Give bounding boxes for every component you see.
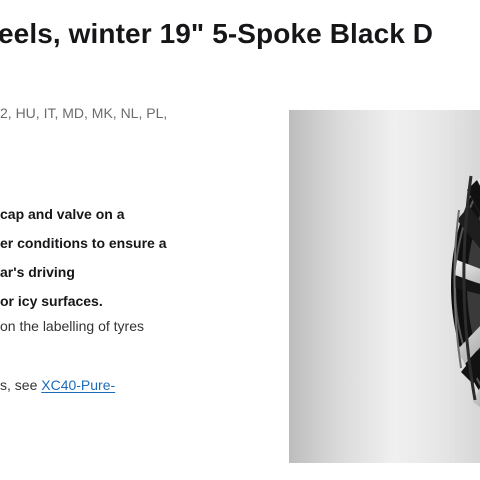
description-line: ar's driving — [0, 264, 75, 280]
description-line: cap and valve on a — [0, 206, 125, 222]
wheel-illustration — [451, 175, 480, 408]
page-title: eels, winter 19" 5-Spoke Black D — [0, 18, 434, 49]
description-line: er conditions to ensure a — [0, 235, 167, 251]
product-description: cap and valve on a er conditions to ensu… — [0, 200, 235, 316]
model-link[interactable]: XC40-Pure- — [41, 377, 115, 393]
tyre-labelling-text: on the labelling of tyres — [0, 318, 144, 334]
see-also-line: s, see XC40-Pure- — [0, 375, 115, 395]
description-line: or icy surfaces. — [0, 293, 103, 309]
see-also-prefix: s, see — [0, 377, 42, 393]
wheel-product-image — [289, 110, 480, 463]
market-availability: 2, HU, IT, MD, MK, NL, PL, — [0, 105, 168, 121]
